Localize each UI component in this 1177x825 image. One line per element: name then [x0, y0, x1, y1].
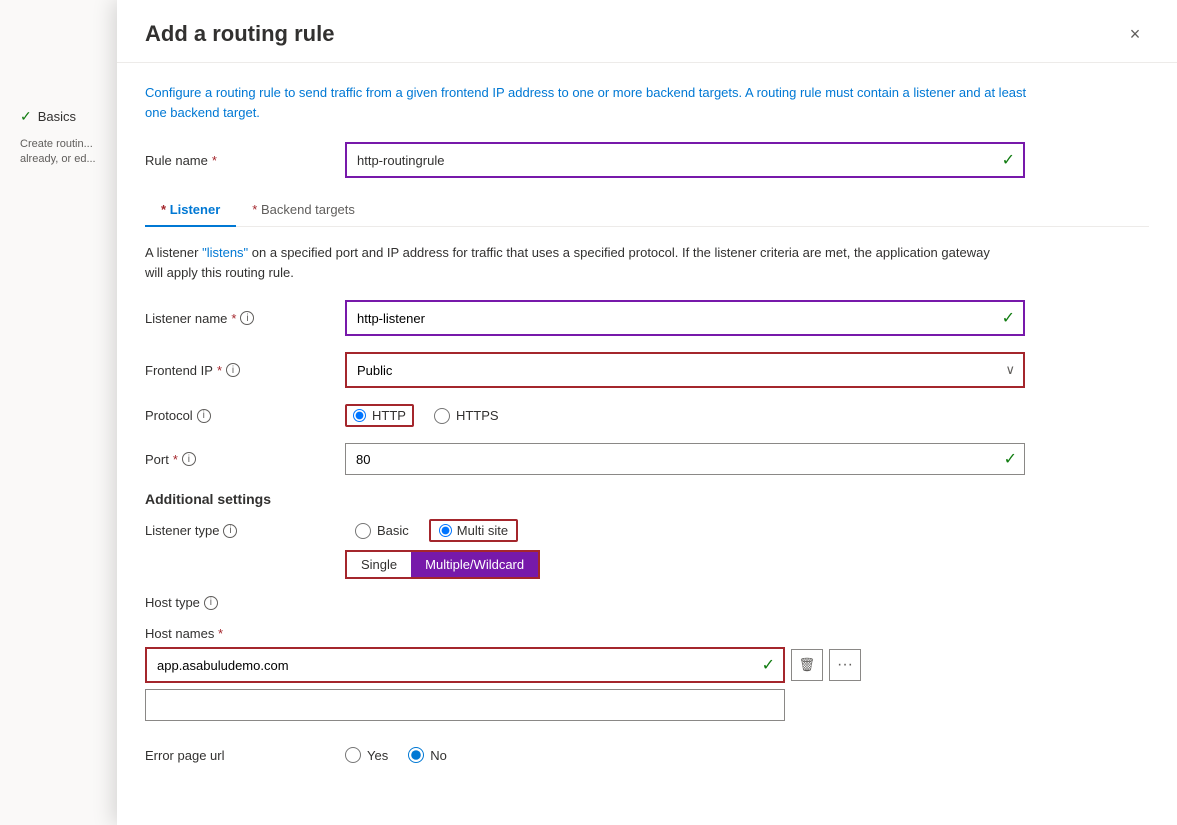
sidebar-item-label: Basics	[38, 109, 76, 124]
protocol-https-option[interactable]: HTTPS	[434, 408, 499, 424]
panel-title: Add a routing rule	[145, 21, 334, 47]
hostname-1-check-icon: ✓	[762, 655, 775, 675]
hostname-2-input[interactable]	[145, 689, 785, 721]
routing-rule-panel: Add a routing rule × Configure a routing…	[117, 0, 1177, 825]
host-type-info-icon[interactable]: i	[204, 596, 218, 610]
hostname-1-input[interactable]	[147, 649, 783, 681]
listener-type-row: Listener type i Basic Multi site	[145, 519, 1149, 579]
port-row: Port * i ✓	[145, 443, 1149, 475]
listener-name-info-icon[interactable]: i	[240, 311, 254, 325]
error-page-yes-radio[interactable]	[345, 747, 361, 763]
protocol-label: Protocol i	[145, 408, 345, 423]
error-page-no-option[interactable]: No	[408, 747, 447, 763]
listener-type-info-icon[interactable]: i	[223, 524, 237, 538]
protocol-radio-group: HTTP HTTPS	[345, 404, 499, 427]
listener-type-basic-label: Basic	[377, 523, 409, 538]
hostname-2-input-wrap	[145, 689, 785, 721]
listener-name-input-wrap: ✓	[345, 300, 1025, 336]
error-page-url-radio-group: Yes No	[345, 747, 447, 763]
rule-tabs: * Listener * Backend targets	[145, 194, 1149, 227]
rule-name-label: Rule name *	[145, 153, 345, 168]
sidebar-desc: Create routin... already, or ed...	[0, 133, 119, 176]
panel-header: Add a routing rule ×	[117, 0, 1177, 63]
protocol-row: Protocol i HTTP HTTPS	[145, 404, 1149, 427]
rule-name-check-icon: ✓	[1002, 150, 1015, 170]
listener-type-basic-radio[interactable]	[355, 523, 371, 539]
listener-type-label: Listener type i	[145, 523, 345, 538]
protocol-http-radio[interactable]	[353, 409, 366, 422]
rule-name-required: *	[212, 153, 217, 168]
error-page-url-label: Error page url	[145, 748, 345, 763]
sidebar-item-basics[interactable]: ✓ Basics	[0, 100, 119, 133]
host-type-toggle-wrap: Single Multiple/Wildcard	[345, 550, 540, 579]
listener-name-label: Listener name * i	[145, 311, 345, 326]
listener-name-row: Listener name * i ✓	[145, 300, 1149, 336]
delete-icon: 🗑	[799, 657, 816, 673]
listener-type-multisite-label: Multi site	[457, 523, 508, 538]
sidebar: ✓ Basics Create routin... already, or ed…	[0, 0, 120, 825]
host-type-label-row: Host type i	[145, 595, 1149, 610]
protocol-http-option[interactable]: HTTP	[345, 404, 414, 427]
listener-type-multisite-radio[interactable]	[439, 524, 452, 537]
error-page-yes-label: Yes	[367, 748, 388, 763]
protocol-https-radio[interactable]	[434, 408, 450, 424]
port-check-icon: ✓	[1004, 449, 1017, 469]
listener-name-input[interactable]	[347, 302, 1023, 334]
frontend-ip-select[interactable]: Public Private	[347, 354, 1023, 386]
host-type-multiple-btn[interactable]: Multiple/Wildcard	[411, 552, 538, 577]
additional-settings-heading: Additional settings	[145, 491, 1149, 507]
port-input-wrap: ✓	[345, 443, 1025, 475]
listener-type-basic-option[interactable]: Basic	[355, 523, 409, 539]
host-type-toggle-group: Single Multiple/Wildcard	[345, 550, 540, 579]
frontend-ip-label: Frontend IP * i	[145, 363, 345, 378]
more-icon: ···	[837, 656, 853, 674]
rule-name-input[interactable]	[347, 144, 1023, 176]
basics-check-icon: ✓	[20, 108, 32, 125]
listener-name-check-icon: ✓	[1002, 308, 1015, 328]
tab-listener[interactable]: * Listener	[145, 194, 236, 227]
spacer	[145, 727, 1149, 747]
hostname-row-1: ✓ 🗑 ···	[145, 647, 1149, 683]
error-page-no-label: No	[430, 748, 447, 763]
listener-type-multisite-option[interactable]: Multi site	[429, 519, 518, 542]
protocol-info-icon[interactable]: i	[197, 409, 211, 423]
hostname-1-input-wrap: ✓	[145, 647, 785, 683]
panel-body: Configure a routing rule to send traffic…	[117, 63, 1177, 825]
host-type-label: Host type i	[145, 595, 345, 610]
frontend-ip-info-icon[interactable]: i	[226, 363, 240, 377]
frontend-ip-row: Frontend IP * i Public Private ∨	[145, 352, 1149, 388]
error-page-url-row: Error page url Yes No	[145, 747, 1149, 763]
host-names-label: Host names	[145, 626, 214, 641]
hostname-1-more-btn[interactable]: ···	[829, 649, 861, 681]
hostname-row-2	[145, 689, 1149, 721]
protocol-https-label: HTTPS	[456, 408, 499, 423]
port-input[interactable]	[345, 443, 1025, 475]
rule-name-row: Rule name * ✓	[145, 142, 1149, 178]
listener-info: A listener "listens" on a specified port…	[145, 243, 1005, 282]
protocol-http-label: HTTP	[372, 408, 406, 423]
close-button[interactable]: ×	[1121, 20, 1149, 48]
hostname-1-delete-btn[interactable]: 🗑	[791, 649, 823, 681]
rule-name-input-wrap: ✓	[345, 142, 1025, 178]
port-info-icon[interactable]: i	[182, 452, 196, 466]
frontend-ip-dropdown-wrap: Public Private ∨	[345, 352, 1025, 388]
port-label: Port * i	[145, 452, 345, 467]
host-names-label-row: Host names *	[145, 626, 1149, 641]
listener-type-radio-group: Basic Multi site	[355, 519, 518, 542]
tab-backend-targets[interactable]: * Backend targets	[236, 194, 371, 227]
host-type-single-btn[interactable]: Single	[347, 552, 411, 577]
error-page-no-radio[interactable]	[408, 747, 424, 763]
listener-type-inner-row: Listener type i Basic Multi site	[145, 519, 518, 542]
error-page-yes-option[interactable]: Yes	[345, 747, 388, 763]
panel-description: Configure a routing rule to send traffic…	[145, 83, 1045, 122]
